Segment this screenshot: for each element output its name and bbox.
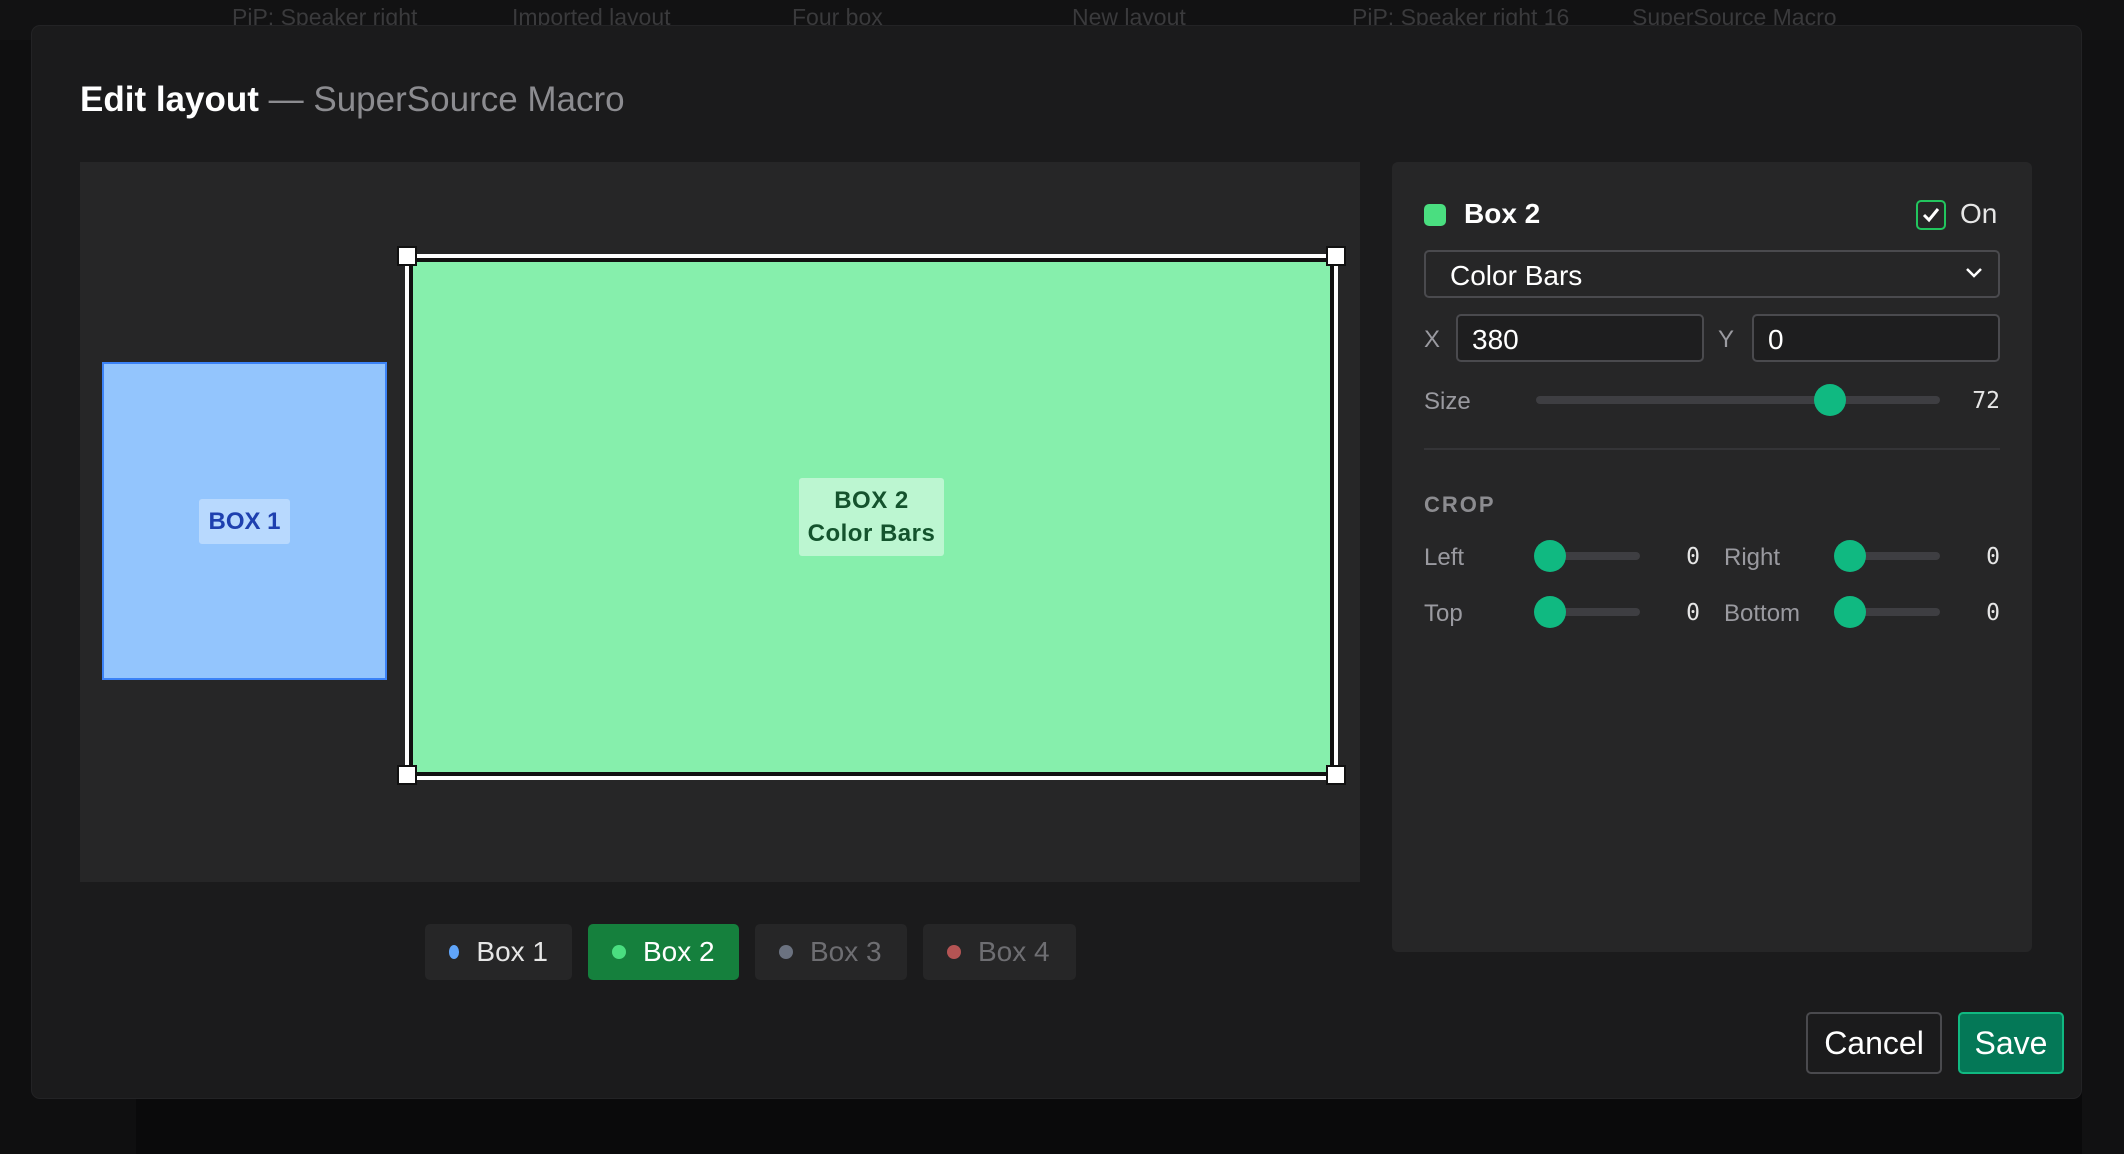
box-2-label: BOX 2 Color Bars	[798, 478, 945, 556]
cancel-button[interactable]: Cancel	[1806, 1012, 1942, 1074]
background-right-column	[2082, 40, 2124, 1154]
crop-right-label: Right	[1724, 544, 1781, 571]
crop-top-value: 0	[1686, 600, 1700, 626]
on-label: On	[1960, 198, 1998, 229]
box-3-dot-icon	[779, 945, 793, 959]
resize-handle-bottom-right[interactable]	[1326, 765, 1346, 785]
crop-left-slider-thumb[interactable]	[1534, 540, 1566, 572]
modal-title-subtitle: — SuperSource Macro	[268, 80, 625, 119]
box-tab-4[interactable]: Box 4	[923, 924, 1076, 980]
panel-box-name: Box 2	[1464, 198, 1541, 229]
source-select-value: Color Bars	[1450, 260, 1583, 291]
canvas-box-1[interactable]: BOX 1	[102, 362, 387, 680]
box-tab-label: Box 3	[810, 936, 882, 967]
y-label: Y	[1718, 326, 1735, 353]
box-color-swatch	[1424, 204, 1446, 226]
box-tabs: Box 1 Box 2 Box 3 Box 4	[425, 924, 1076, 980]
box-1-dot-icon	[449, 945, 460, 959]
resize-handle-top-left[interactable]	[397, 246, 417, 266]
crop-bottom-value: 0	[1986, 600, 2000, 626]
x-label: X	[1424, 326, 1441, 353]
modal-title-main: Edit layout	[80, 80, 259, 119]
checkmark-icon	[1922, 208, 1940, 223]
box-tab-2[interactable]: Box 2	[588, 924, 739, 980]
box-tab-label: Box 4	[978, 936, 1050, 967]
size-value: 72	[1972, 388, 2000, 414]
crop-right-value: 0	[1986, 544, 2000, 570]
box-tab-label: Box 2	[643, 936, 715, 967]
edit-layout-modal: Edit layout — SuperSource Macro BOX 1 BO…	[32, 26, 2081, 1098]
size-slider-track[interactable]	[1536, 396, 1940, 404]
box-2-dot-icon	[612, 945, 626, 959]
crop-top-label: Top	[1424, 600, 1463, 627]
crop-left-value: 0	[1686, 544, 1700, 570]
crop-right-slider-thumb[interactable]	[1834, 540, 1866, 572]
box-tab-label: Box 1	[476, 936, 548, 967]
box-tab-1[interactable]: Box 1	[425, 924, 572, 980]
box-4-dot-icon	[947, 945, 961, 959]
box-1-label: BOX 1	[199, 498, 290, 544]
size-label: Size	[1424, 388, 1471, 415]
resize-handle-top-right[interactable]	[1326, 246, 1346, 266]
modal-title: Edit layout — SuperSource Macro	[80, 80, 625, 120]
crop-bottom-label: Bottom	[1724, 600, 1801, 627]
crop-left-label: Left	[1424, 544, 1465, 571]
box-2-label-title: BOX 2	[834, 487, 909, 514]
source-select[interactable]: Color Bars	[1424, 250, 2000, 298]
y-input[interactable]: 0	[1752, 314, 2000, 362]
panel-divider	[1424, 448, 2000, 450]
save-button[interactable]: Save	[1958, 1012, 2064, 1074]
crop-section-title: CROP	[1424, 492, 1496, 517]
on-checkbox[interactable]	[1916, 200, 1946, 230]
box-properties-panel: Box 2 On Color Bars X 380 Y 0 Size 72 CR…	[1392, 162, 2032, 952]
canvas-box-2-selected[interactable]: BOX 2 Color Bars	[405, 254, 1338, 780]
crop-bottom-slider-thumb[interactable]	[1834, 596, 1866, 628]
x-input[interactable]: 380	[1456, 314, 1704, 362]
layout-canvas[interactable]: BOX 1 BOX 2 Color Bars	[80, 162, 1360, 882]
size-slider-thumb[interactable]	[1814, 384, 1846, 416]
resize-handle-bottom-left[interactable]	[397, 765, 417, 785]
box-2-label-source: Color Bars	[807, 520, 936, 547]
box-tab-3[interactable]: Box 3	[755, 924, 907, 980]
chevron-down-icon	[1966, 268, 1982, 278]
crop-top-slider-thumb[interactable]	[1534, 596, 1566, 628]
